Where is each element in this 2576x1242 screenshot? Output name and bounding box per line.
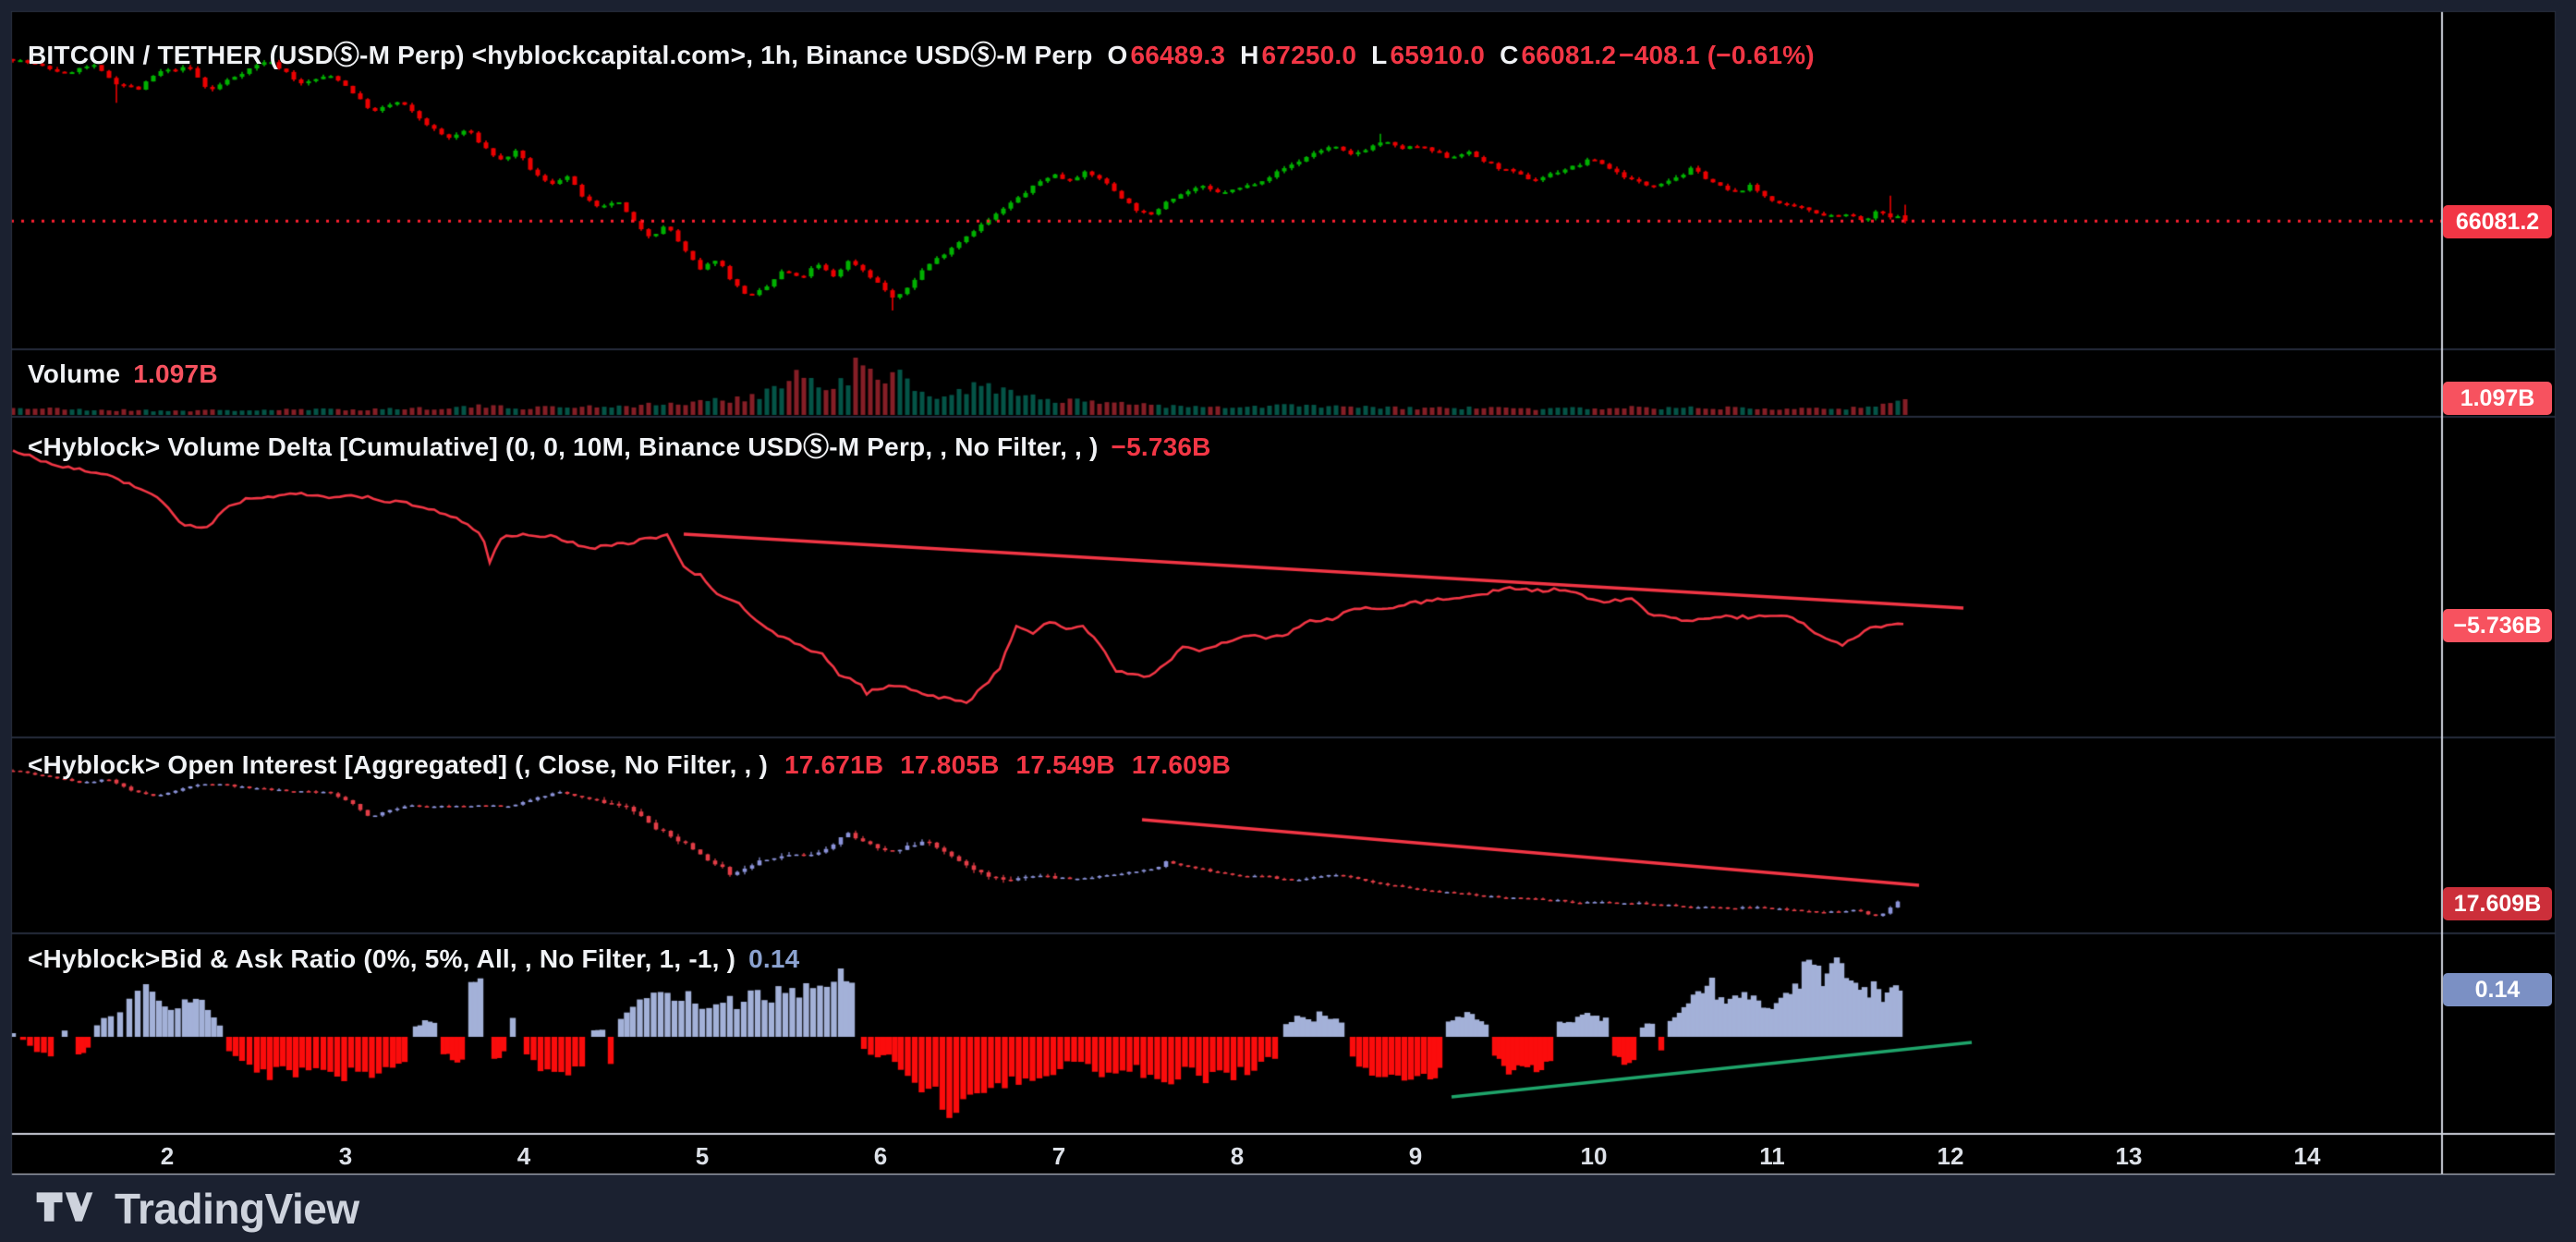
ohlc-high-value: 67250.0 <box>1262 41 1357 69</box>
ohlc-close-value: 66081.2 <box>1522 41 1617 69</box>
time-label: 3 <box>339 1142 352 1171</box>
ohlc-low-label: L <box>1371 41 1387 69</box>
ohlc-close-label: C <box>1500 41 1518 69</box>
volume-delta-legend[interactable]: <Hyblock> Volume Delta [Cumulative] (0, … <box>28 427 1211 464</box>
bid-ask-ratio-value: 0.14 <box>748 944 799 973</box>
bid-ask-ratio-legend[interactable]: <Hyblock>Bid & Ask Ratio (0%, 5%, All, ,… <box>28 944 799 974</box>
tradingview-logo[interactable]: TradingView <box>35 1184 359 1234</box>
symbol-title: BITCOIN / TETHER (USDⓈ-M Perp) <hyblockc… <box>28 41 1093 69</box>
tradingview-logo-text: TradingView <box>115 1184 359 1234</box>
tradingview-chart-window: BITCOIN / TETHER (USDⓈ-M Perp) <hyblockc… <box>0 0 2576 1242</box>
price-badge: 1.097B <box>2443 382 2552 415</box>
volume-title: Volume <box>28 359 120 388</box>
price-scale[interactable]: 80000.072000.067000.063000.059000.0−4B−5… <box>2442 11 2557 1134</box>
price-badge: −5.736B <box>2443 609 2552 642</box>
ohlc-open-value: 66489.3 <box>1130 41 1225 69</box>
bottom-bar: TradingView <box>0 1175 2576 1242</box>
time-label: 13 <box>2116 1142 2143 1171</box>
volume-delta-value: −5.736B <box>1112 432 1211 461</box>
time-label: 14 <box>2294 1142 2321 1171</box>
volume-delta-title: <Hyblock> Volume Delta [Cumulative] (0, … <box>28 432 1099 461</box>
time-label: 4 <box>517 1142 530 1171</box>
volume-value: 1.097B <box>133 359 218 388</box>
time-label: 9 <box>1409 1142 1422 1171</box>
main-symbol-legend[interactable]: BITCOIN / TETHER (USDⓈ-M Perp) <hyblockc… <box>28 35 1815 72</box>
open-interest-legend[interactable]: <Hyblock> Open Interest [Aggregated] (, … <box>28 750 1231 780</box>
ohlc-low-value: 65910.0 <box>1390 41 1485 69</box>
tradingview-logo-icon <box>35 1187 94 1231</box>
price-badge: 17.609B <box>2443 887 2552 920</box>
price-badge: 0.14 <box>2443 973 2552 1006</box>
volume-legend[interactable]: Volume 1.097B <box>28 359 218 389</box>
oi-open-value: 17.671B <box>784 750 883 779</box>
open-interest-title: <Hyblock> Open Interest [Aggregated] (, … <box>28 750 768 779</box>
time-label: 5 <box>696 1142 709 1171</box>
price-badge: 66081.2 <box>2443 205 2552 238</box>
time-label: 10 <box>1581 1142 1608 1171</box>
time-label: 12 <box>1938 1142 1964 1171</box>
chart-canvas[interactable] <box>0 0 2576 1242</box>
oi-high-value: 17.805B <box>900 750 999 779</box>
ohlc-high-label: H <box>1240 41 1258 69</box>
time-label: 8 <box>1231 1142 1244 1171</box>
ohlc-open-label: O <box>1108 41 1128 69</box>
bid-ask-ratio-title: <Hyblock>Bid & Ask Ratio (0%, 5%, All, ,… <box>28 944 735 973</box>
price-change: −408.1 (−0.61%) <box>1619 41 1815 69</box>
oi-low-value: 17.549B <box>1016 750 1115 779</box>
time-label: 11 <box>1759 1142 1785 1171</box>
time-label: 6 <box>874 1142 887 1171</box>
time-label: 7 <box>1052 1142 1065 1171</box>
oi-close-value: 17.609B <box>1132 750 1231 779</box>
time-label: 2 <box>161 1142 174 1171</box>
time-scale[interactable] <box>11 1135 2441 1174</box>
